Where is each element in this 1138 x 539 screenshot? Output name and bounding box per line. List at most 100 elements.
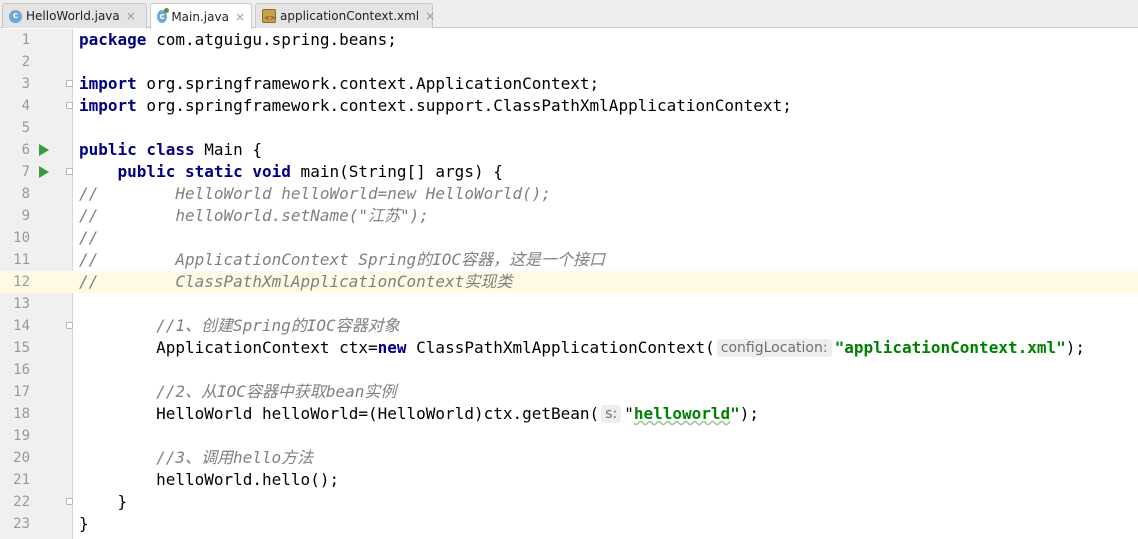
line-number: 8 xyxy=(21,186,30,202)
code-text: package com.atguigu.spring.beans; xyxy=(79,29,397,51)
line-number: 5 xyxy=(21,120,30,136)
code-text: ApplicationContext ctx=new ClassPathXmlA… xyxy=(79,337,1085,359)
code-token: // ApplicationContext Spring的IOC容器，这是一个接… xyxy=(79,250,606,269)
code-line[interactable]: 19 xyxy=(0,425,1138,447)
code-line[interactable]: 18 HelloWorld helloWorld=(HelloWorld)ctx… xyxy=(0,403,1138,425)
close-icon[interactable]: × xyxy=(425,9,435,23)
code-token: //1、创建Spring的IOC容器对象 xyxy=(156,316,400,335)
code-token: package xyxy=(79,30,147,49)
code-token: helloworld xyxy=(633,404,731,423)
run-gutter-icon[interactable] xyxy=(39,166,49,178)
code-line[interactable]: 23} xyxy=(0,513,1138,535)
code-token: //2、从IOC容器中获取bean实例 xyxy=(156,382,397,401)
code-token: com.atguigu.spring.beans; xyxy=(146,30,397,49)
code-line[interactable]: 8 // HelloWorld helloWorld=new HelloWorld… xyxy=(0,183,1138,205)
code-text: // xyxy=(79,227,98,249)
code-line[interactable]: 16 xyxy=(0,359,1138,381)
code-text: //2、从IOC容器中获取bean实例 xyxy=(79,381,396,403)
code-line[interactable]: 2 xyxy=(0,51,1138,73)
code-line[interactable]: 6 public class Main { xyxy=(0,139,1138,161)
code-token: " xyxy=(624,404,634,423)
code-token: HelloWorld helloWorld=(HelloWorld)ctx.ge… xyxy=(79,404,600,423)
code-token: import xyxy=(79,74,137,93)
code-editor[interactable]: 1 package com.atguigu.spring.beans; 2 3 impo… xyxy=(0,29,1138,539)
close-icon[interactable]: × xyxy=(235,10,245,24)
xml-file-icon: <> xyxy=(262,9,276,23)
code-line[interactable]: 22 } xyxy=(0,491,1138,513)
line-number: 15 xyxy=(13,340,30,356)
fold-marker-icon[interactable] xyxy=(66,80,73,87)
code-line[interactable]: 7 public static void main(String[] args)… xyxy=(0,161,1138,183)
code-token: // helloWorld.setName("江苏"); xyxy=(79,206,429,225)
java-main-class-icon: c xyxy=(157,8,170,23)
tab-helloworld-java[interactable]: c HelloWorld.java × xyxy=(2,3,147,28)
code-line[interactable]: 4 import org.springframework.context.supp… xyxy=(0,95,1138,117)
line-number: 4 xyxy=(21,98,30,114)
code-token: org.springframework.context.ApplicationC… xyxy=(136,74,600,93)
line-number: 12 xyxy=(13,274,30,290)
parameter-hint: configLocation: xyxy=(716,339,832,357)
line-number: 16 xyxy=(13,362,30,378)
line-number: 19 xyxy=(13,428,30,444)
code-line[interactable]: 10 // xyxy=(0,227,1138,249)
code-token: ApplicationContext ctx= xyxy=(79,338,378,357)
tab-main-java[interactable]: c Main.java × xyxy=(150,3,252,29)
code-line[interactable]: 9 // helloWorld.setName("江苏"); xyxy=(0,205,1138,227)
line-number: 6 xyxy=(21,142,30,158)
code-token: // HelloWorld helloWorld=new HelloWorld(… xyxy=(79,184,552,203)
code-text: // ApplicationContext Spring的IOC容器，这是一个接… xyxy=(79,249,605,271)
tab-label: HelloWorld.java xyxy=(26,9,120,23)
close-icon[interactable]: × xyxy=(126,9,136,23)
tab-applicationcontext-xml[interactable]: <> applicationContext.xml × xyxy=(255,3,435,28)
code-token: Main { xyxy=(194,140,263,159)
code-line[interactable]: 3 import org.springframework.context.Appl… xyxy=(0,73,1138,95)
code-text: helloWorld.hello(); xyxy=(79,469,339,491)
code-text: HelloWorld helloWorld=(HelloWorld)ctx.ge… xyxy=(79,403,759,425)
code-line[interactable]: 12 // ClassPathXmlApplicationContext实现类 xyxy=(0,271,1138,293)
code-token: public static void xyxy=(117,162,291,181)
code-line[interactable]: 14 //1、创建Spring的IOC容器对象 xyxy=(0,315,1138,337)
code-text: } xyxy=(79,513,89,535)
code-line[interactable]: 17 //2、从IOC容器中获取bean实例 xyxy=(0,381,1138,403)
code-token: ); xyxy=(1065,338,1086,357)
fold-marker-icon[interactable] xyxy=(66,322,73,329)
code-token: } xyxy=(79,514,89,533)
fold-marker-icon[interactable] xyxy=(66,168,73,175)
code-text: } xyxy=(79,491,128,513)
code-text: import org.springframework.context.Appli… xyxy=(79,73,599,95)
code-token: "applicationContext.xml" xyxy=(834,338,1066,357)
code-line[interactable]: 20 //3、调用hello方法 xyxy=(0,447,1138,469)
code-line[interactable]: 15 ApplicationContext ctx=new ClassPathX… xyxy=(0,337,1138,359)
fold-marker-icon[interactable] xyxy=(66,102,73,109)
line-number: 10 xyxy=(13,230,30,246)
code-text: public class Main { xyxy=(79,139,262,161)
line-number: 11 xyxy=(13,252,30,268)
code-token: // ClassPathXmlApplicationContext实现类 xyxy=(79,272,513,291)
code-line[interactable]: 13 xyxy=(0,293,1138,315)
line-number: 2 xyxy=(21,54,30,70)
line-number: 9 xyxy=(21,208,30,224)
parameter-hint: s: xyxy=(601,405,622,423)
code-text: //1、创建Spring的IOC容器对象 xyxy=(79,315,400,337)
java-class-icon: c xyxy=(9,9,22,23)
code-token: import xyxy=(79,96,137,115)
code-token: new xyxy=(377,338,407,357)
code-line[interactable]: 21 helloWorld.hello(); xyxy=(0,469,1138,491)
code-token: // xyxy=(79,228,99,247)
fold-marker-icon[interactable] xyxy=(66,498,73,505)
run-gutter-icon[interactable] xyxy=(39,144,49,156)
line-number: 1 xyxy=(21,32,30,48)
code-token: helloWorld.hello(); xyxy=(79,470,340,489)
line-number: 14 xyxy=(13,318,30,334)
code-line[interactable]: 5 xyxy=(0,117,1138,139)
code-line[interactable]: 11 // ApplicationContext Spring的IOC容器，这是一… xyxy=(0,249,1138,271)
line-number: 22 xyxy=(13,494,30,510)
code-token: " xyxy=(730,404,740,423)
line-number: 21 xyxy=(13,472,30,488)
line-number: 3 xyxy=(21,76,30,92)
code-token: public class xyxy=(79,140,195,159)
code-line[interactable]: 1 package com.atguigu.spring.beans; xyxy=(0,29,1138,51)
code-token: org.springframework.context.support.Clas… xyxy=(136,96,792,115)
